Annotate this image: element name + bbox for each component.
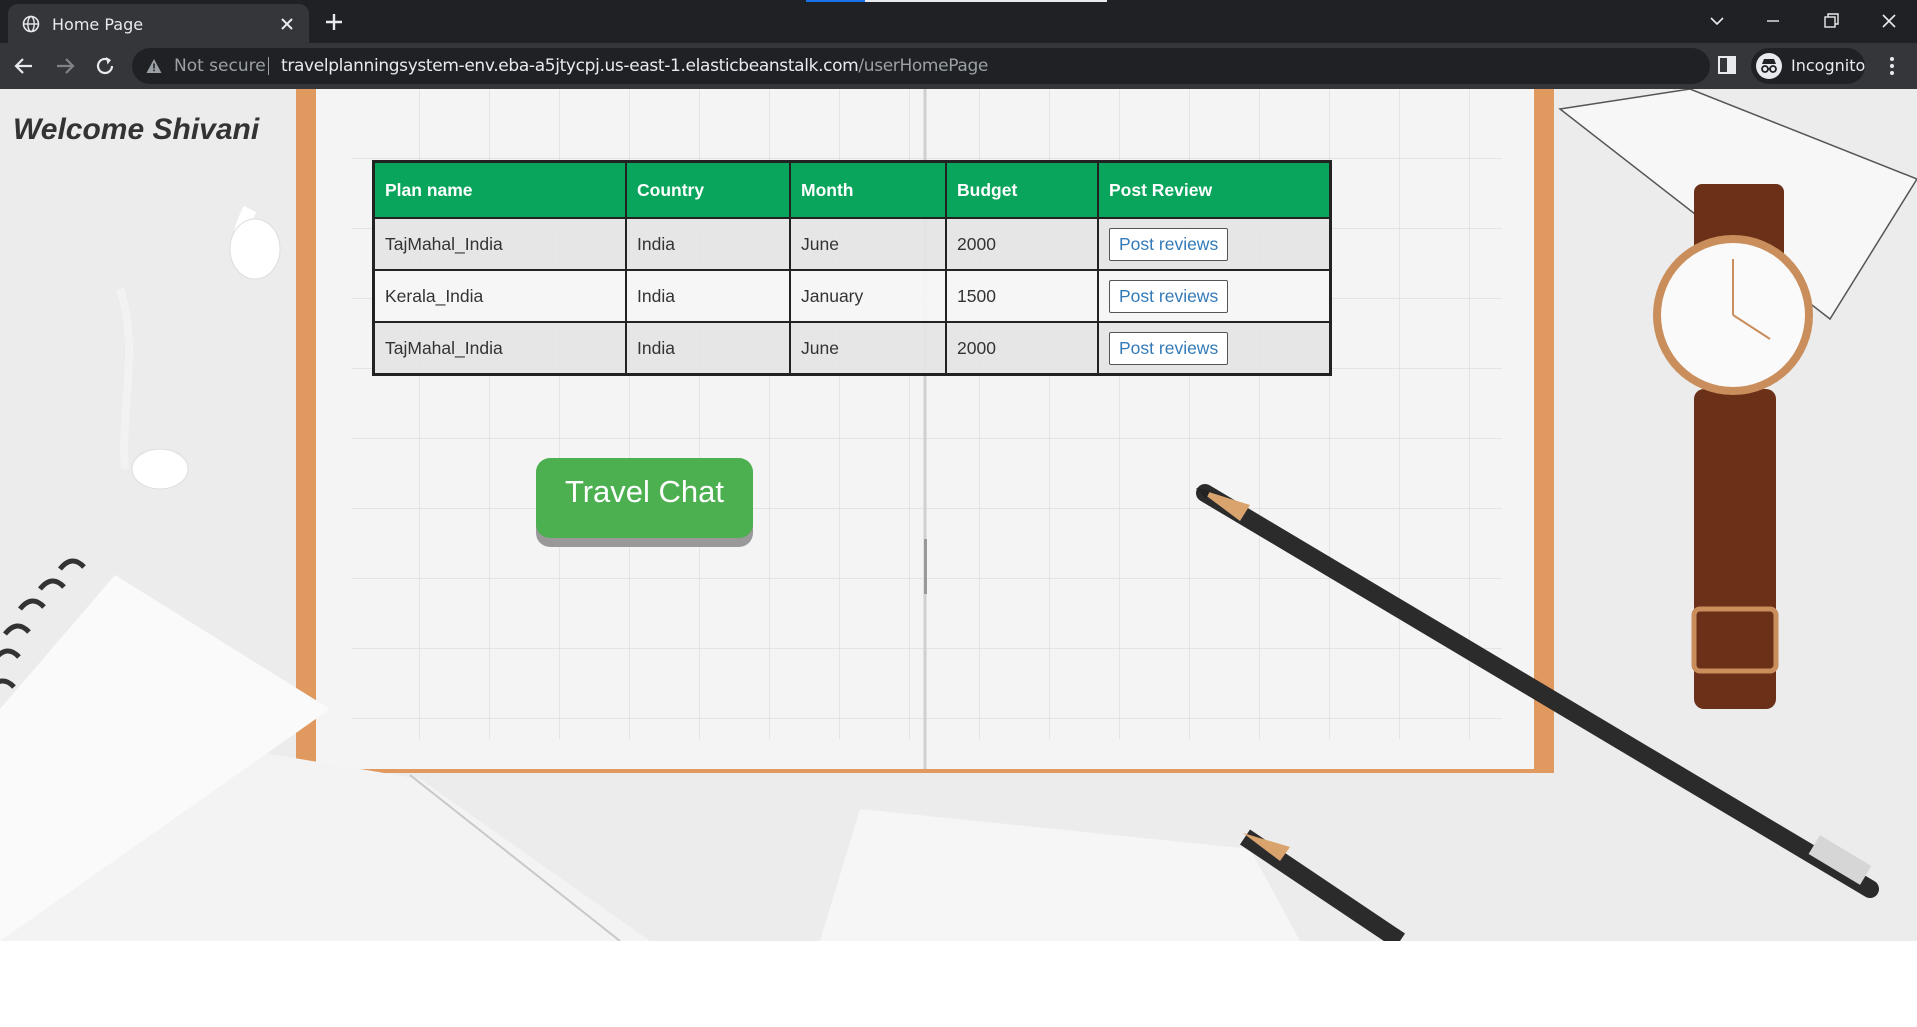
table-row: TajMahal_India India June 2000 Post revi… — [372, 217, 1332, 271]
country-cell: India — [625, 321, 791, 376]
restore-icon[interactable] — [1818, 8, 1844, 34]
country-cell: India — [625, 269, 791, 323]
tab-loading-track — [865, 0, 1107, 2]
tab-title: Home Page — [52, 15, 144, 34]
table-row: Kerala_India India January 1500 Post rev… — [372, 269, 1332, 323]
header-month: Month — [789, 160, 947, 219]
budget-cell: 2000 — [945, 321, 1099, 376]
month-cell: January — [789, 269, 947, 323]
side-panel-icon[interactable] — [1716, 54, 1738, 76]
url-text[interactable]: travelplanningsystem-env.eba-a5jtycpj.us… — [281, 56, 988, 76]
warning-icon — [146, 59, 162, 73]
table-header-row: Plan name Country Month Budget Post Revi… — [372, 160, 1332, 219]
minimize-icon[interactable] — [1760, 8, 1786, 34]
browser-toolbar: Not secure travelplanningsystem-env.eba-… — [0, 43, 1917, 89]
plan-name-cell: Kerala_India — [372, 269, 627, 323]
close-window-icon[interactable] — [1876, 8, 1902, 34]
header-post-review: Post Review — [1097, 160, 1332, 219]
month-cell: June — [789, 217, 947, 271]
security-label[interactable]: Not secure — [174, 56, 266, 76]
travel-chat-button[interactable]: Travel Chat — [536, 458, 753, 538]
tab-search-icon[interactable] — [1704, 8, 1730, 34]
reload-icon[interactable] — [93, 54, 117, 78]
welcome-heading: Welcome Shivani — [13, 113, 260, 146]
country-cell: India — [625, 217, 791, 271]
header-budget: Budget — [945, 160, 1099, 219]
plan-name-cell: TajMahal_India — [372, 321, 627, 376]
post-review-cell: Post reviews — [1097, 269, 1332, 323]
table-row: TajMahal_India India June 2000 Post revi… — [372, 321, 1332, 376]
plan-name-cell: TajMahal_India — [372, 217, 627, 271]
address-bar[interactable]: Not secure travelplanningsystem-env.eba-… — [132, 48, 1812, 84]
plans-table: Plan name Country Month Budget Post Revi… — [372, 160, 1332, 376]
more-menu-icon[interactable] — [1880, 54, 1904, 78]
incognito-icon — [1756, 53, 1782, 79]
post-reviews-button[interactable]: Post reviews — [1109, 331, 1229, 365]
post-reviews-button[interactable]: Post reviews — [1109, 227, 1229, 261]
post-review-cell: Post reviews — [1097, 217, 1332, 271]
browser-tab[interactable]: Home Page — [8, 4, 309, 43]
globe-icon — [22, 15, 40, 33]
page-viewport: Welcome Shivani Plan name Country Month … — [0, 89, 1917, 941]
budget-cell: 2000 — [945, 217, 1099, 271]
address-separator — [268, 57, 269, 75]
post-reviews-button[interactable]: Post reviews — [1109, 279, 1229, 313]
incognito-label: Incognito — [1791, 56, 1866, 75]
url-path: /userHomePage — [858, 56, 989, 76]
header-country: Country — [625, 160, 791, 219]
month-cell: June — [789, 321, 947, 376]
budget-cell: 1500 — [945, 269, 1099, 323]
close-tab-icon[interactable] — [278, 15, 296, 33]
tab-loading-indicator — [806, 0, 865, 2]
forward-icon[interactable] — [53, 54, 77, 78]
new-tab-icon[interactable] — [322, 10, 346, 34]
back-icon[interactable] — [12, 54, 36, 78]
incognito-profile-button[interactable]: Incognito — [1751, 48, 1865, 84]
browser-titlebar: Home Page — [0, 0, 1917, 43]
url-host: travelplanningsystem-env.eba-a5jtycpj.us… — [281, 56, 859, 76]
post-review-cell: Post reviews — [1097, 321, 1332, 376]
header-plan-name: Plan name — [372, 160, 627, 219]
